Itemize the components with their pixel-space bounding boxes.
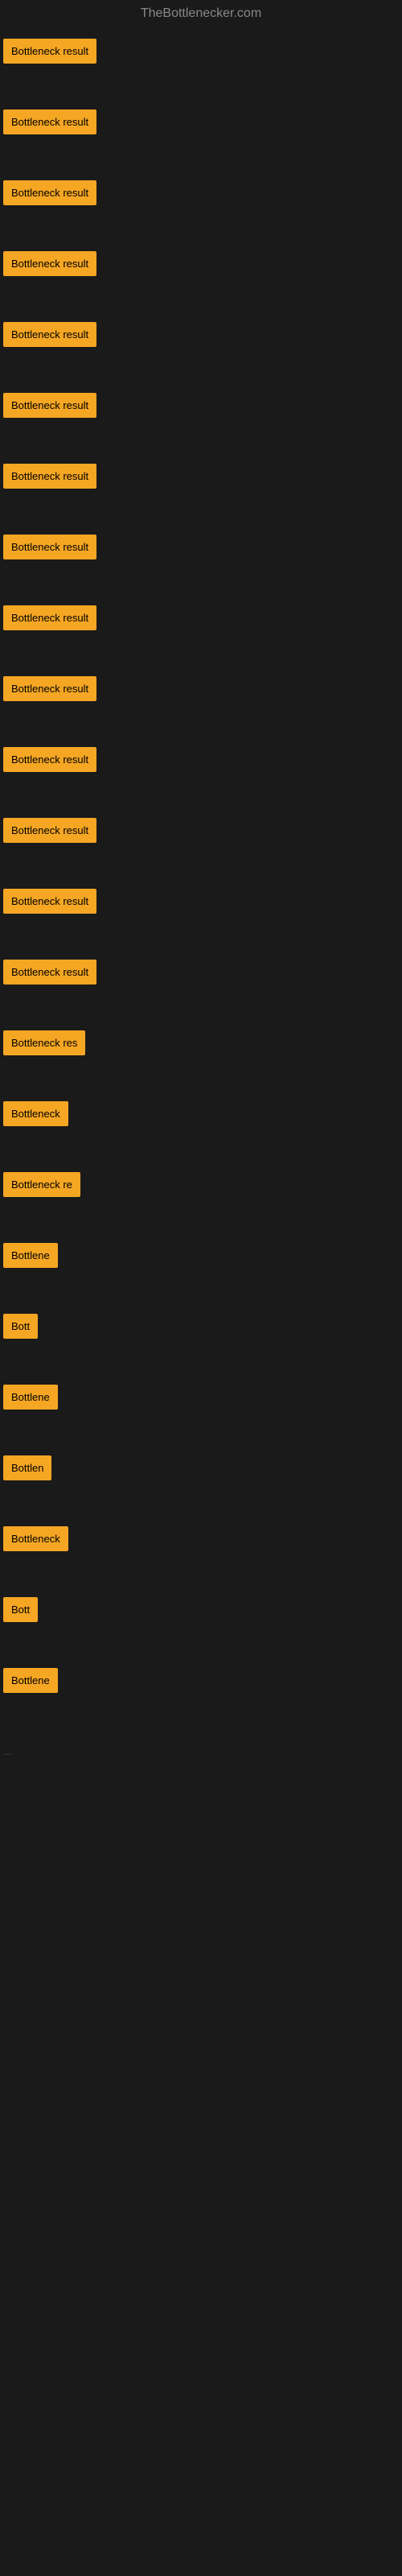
bottleneck-result-badge[interactable]: Bottleneck [3, 1526, 68, 1551]
list-item: Bottleneck result [0, 382, 402, 452]
bottleneck-result-badge[interactable]: Bottleneck result [3, 251, 96, 276]
bottleneck-result-badge[interactable]: Bottlene [3, 1668, 58, 1693]
list-item: Bottleneck result [0, 27, 402, 98]
list-item: Bottleneck result [0, 523, 402, 594]
bottleneck-result-badge[interactable]: Bottleneck result [3, 747, 96, 772]
ellipsis-indicator: ... [0, 1728, 402, 1776]
bottleneck-result-badge[interactable]: Bottlene [3, 1243, 58, 1268]
bottleneck-result-badge[interactable]: Bottleneck result [3, 889, 96, 914]
list-item: Bottleneck result [0, 169, 402, 240]
list-item: Bottleneck result [0, 311, 402, 382]
list-item: Bottleneck result [0, 98, 402, 169]
bottleneck-result-badge[interactable]: Bottleneck res [3, 1030, 85, 1055]
bottleneck-result-badge[interactable]: Bottleneck re [3, 1172, 80, 1197]
list-item: Bott [0, 1302, 402, 1373]
bottleneck-result-badge[interactable]: Bott [3, 1597, 38, 1622]
bottleneck-result-badge[interactable]: Bottlen [3, 1455, 51, 1480]
bottleneck-result-badge[interactable]: Bottleneck result [3, 605, 96, 630]
list-item: Bottlen [0, 1444, 402, 1515]
bottleneck-result-badge[interactable]: Bottleneck result [3, 535, 96, 559]
list-item: Bott [0, 1586, 402, 1657]
bottleneck-result-badge[interactable]: Bottleneck result [3, 676, 96, 701]
list-item: Bottleneck result [0, 948, 402, 1019]
bottleneck-result-badge[interactable]: Bottleneck result [3, 818, 96, 843]
list-item: Bottlene [0, 1657, 402, 1728]
list-item: Bottleneck result [0, 736, 402, 807]
bottleneck-result-badge[interactable]: Bottleneck result [3, 109, 96, 134]
list-item: Bottleneck result [0, 594, 402, 665]
list-item: Bottleneck result [0, 877, 402, 948]
bottleneck-result-badge[interactable]: Bottleneck result [3, 464, 96, 489]
list-item: Bottlene [0, 1373, 402, 1444]
bottleneck-result-badge[interactable]: Bottleneck [3, 1101, 68, 1126]
bottleneck-result-badge[interactable]: Bott [3, 1314, 38, 1339]
bottleneck-result-badge[interactable]: Bottleneck result [3, 393, 96, 418]
list-item: Bottleneck result [0, 452, 402, 523]
list-item: Bottlene [0, 1232, 402, 1302]
site-title: TheBottlenecker.com [0, 0, 402, 27]
bottleneck-result-badge[interactable]: Bottleneck result [3, 960, 96, 985]
list-item: Bottleneck res [0, 1019, 402, 1090]
list-item: Bottleneck result [0, 240, 402, 311]
bottleneck-result-badge[interactable]: Bottleneck result [3, 322, 96, 347]
list-item: Bottleneck [0, 1090, 402, 1161]
list-item: Bottleneck result [0, 807, 402, 877]
bottleneck-result-badge[interactable]: Bottleneck result [3, 39, 96, 64]
list-item: Bottleneck result [0, 665, 402, 736]
list-item: Bottleneck re [0, 1161, 402, 1232]
bottleneck-result-badge[interactable]: Bottleneck result [3, 180, 96, 205]
bottleneck-result-badge[interactable]: Bottlene [3, 1385, 58, 1410]
list-item: Bottleneck [0, 1515, 402, 1586]
